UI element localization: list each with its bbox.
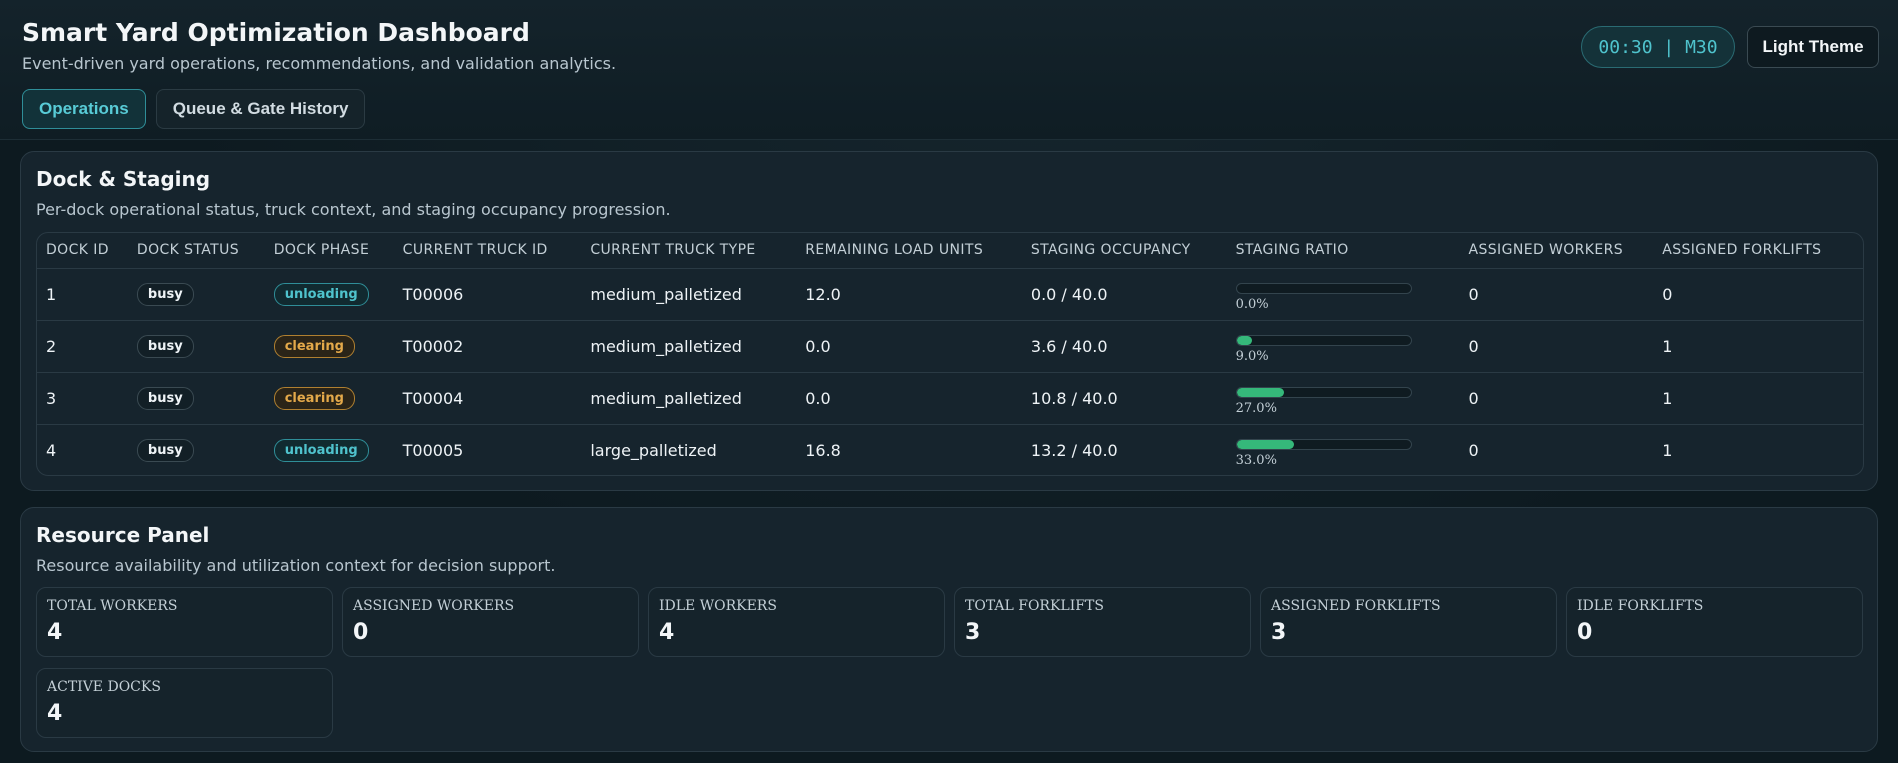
- resource-card-label: ASSIGNED WORKERS: [353, 598, 515, 614]
- column-header: STAGING RATIO: [1226, 233, 1460, 269]
- dock-phase-badge: unloading: [273, 438, 369, 462]
- dashboard-header: Smart Yard Optimization Dashboard Event-…: [0, 0, 1898, 140]
- resource-panel-subtitle: Resource availability and utilization co…: [36, 556, 556, 575]
- assigned-forklifts-cell: 1: [1662, 440, 1673, 460]
- resource-card-value: 4: [659, 620, 675, 645]
- resource-card-label: IDLE FORKLIFTS: [1577, 598, 1704, 614]
- dock-panel-title: Dock & Staging: [36, 167, 211, 191]
- staging-ratio-bar: [1235, 386, 1412, 398]
- resource-card-value: 0: [1577, 620, 1593, 645]
- table-header-row: DOCK ID DOCK STATUS DOCK PHASE CURRENT T…: [37, 233, 1863, 269]
- dock-phase-badge: unloading: [273, 282, 369, 306]
- resource-card-value: 3: [965, 620, 981, 645]
- truck-type-cell: medium_palletized: [581, 268, 797, 321]
- remaining-load-cell: 16.8: [805, 440, 841, 460]
- resource-card-active-docks: ACTIVE DOCKS 4: [36, 668, 333, 738]
- resource-panel-title: Resource Panel: [36, 523, 210, 547]
- staging-ratio-label: 0.0%: [1235, 296, 1269, 312]
- dock-staging-panel: Dock & Staging Per-dock operational stat…: [20, 151, 1878, 491]
- resource-card-value: 4: [47, 701, 63, 726]
- staging-occupancy-cell: 10.8 / 40.0: [1021, 372, 1227, 425]
- dock-id-cell: 3: [37, 372, 128, 425]
- column-header: ASSIGNED FORKLIFTS: [1653, 233, 1863, 269]
- truck-type-cell: medium_palletized: [581, 320, 797, 373]
- assigned-workers-cell: 0: [1459, 320, 1654, 373]
- resource-card-total-workers: TOTAL WORKERS 4: [36, 587, 333, 657]
- table-row: 4 busy unloading T00005 large_palletized…: [37, 424, 1863, 475]
- column-header: ASSIGNED WORKERS: [1459, 233, 1654, 269]
- truck-type-cell: medium_palletized: [581, 372, 797, 425]
- staging-occupancy-cell: 0.0 / 40.0: [1021, 268, 1227, 321]
- page-subtitle: Event-driven yard operations, recommenda…: [22, 54, 617, 73]
- dock-status-badge: busy: [136, 438, 194, 462]
- tab-operations[interactable]: Operations: [22, 89, 146, 129]
- resource-card-label: IDLE WORKERS: [659, 598, 777, 614]
- column-header: CURRENT TRUCK TYPE: [581, 233, 797, 269]
- truck-id-cell: T00004: [393, 372, 582, 425]
- resource-card-idle-workers: IDLE WORKERS 4: [648, 587, 945, 657]
- resource-card-label: TOTAL FORKLIFTS: [965, 598, 1104, 614]
- truck-id-cell: T00002: [393, 320, 582, 373]
- dock-status-badge: busy: [136, 386, 194, 410]
- staging-occupancy-cell: 13.2 / 40.0: [1030, 440, 1118, 460]
- tab-queue-gate-history[interactable]: Queue & Gate History: [155, 89, 366, 129]
- column-header: DOCK PHASE: [264, 233, 394, 269]
- dock-panel-subtitle: Per-dock operational status, truck conte…: [36, 200, 671, 219]
- table-row: 2 busy clearing T00002 medium_palletized…: [37, 320, 1863, 373]
- resource-card-idle-forklifts: IDLE FORKLIFTS 0: [1566, 587, 1863, 657]
- dock-table: DOCK ID DOCK STATUS DOCK PHASE CURRENT T…: [36, 232, 1864, 476]
- remaining-load-cell: 0.0: [796, 320, 1022, 373]
- column-header: DOCK STATUS: [127, 233, 265, 269]
- remaining-load-cell: 12.0: [796, 268, 1022, 321]
- theme-toggle-button[interactable]: Light Theme: [1747, 26, 1879, 68]
- resource-card-label: ASSIGNED FORKLIFTS: [1271, 598, 1441, 614]
- staging-ratio-bar: [1235, 438, 1412, 450]
- dock-id-cell: 1: [37, 268, 128, 321]
- dock-id-cell: 4: [46, 440, 57, 460]
- assigned-forklifts-cell: 1: [1653, 320, 1863, 373]
- page-title: Smart Yard Optimization Dashboard: [22, 18, 530, 47]
- resource-card-value: 4: [47, 620, 63, 645]
- staging-ratio-label: 9.0%: [1235, 348, 1269, 364]
- truck-id-cell: T00005: [402, 440, 464, 460]
- resource-card-label: TOTAL WORKERS: [47, 598, 178, 614]
- remaining-load-cell: 0.0: [796, 372, 1022, 425]
- table-row: 3 busy clearing T00004 medium_palletized…: [37, 372, 1863, 425]
- simulation-clock: 00:30 | M30: [1581, 26, 1735, 68]
- column-header: CURRENT TRUCK ID: [393, 233, 582, 269]
- staging-ratio-bar: [1235, 334, 1412, 346]
- resource-card-value: 3: [1271, 620, 1287, 645]
- assigned-forklifts-cell: 0: [1653, 268, 1863, 321]
- resource-card-total-forklifts: TOTAL FORKLIFTS 3: [954, 587, 1251, 657]
- column-header: STAGING OCCUPANCY: [1021, 233, 1227, 269]
- truck-id-cell: T00006: [393, 268, 582, 321]
- column-header: REMAINING LOAD UNITS: [796, 233, 1022, 269]
- dock-phase-badge: clearing: [273, 386, 355, 410]
- dock-id-cell: 2: [37, 320, 128, 373]
- staging-ratio-bar: [1235, 282, 1412, 294]
- dock-status-badge: busy: [136, 334, 194, 358]
- staging-ratio-fill: [1236, 387, 1284, 397]
- resource-card-label: ACTIVE DOCKS: [47, 679, 161, 695]
- staging-ratio-fill: [1236, 439, 1295, 449]
- staging-occupancy-cell: 3.6 / 40.0: [1021, 320, 1227, 373]
- staging-ratio-fill: [1236, 335, 1253, 345]
- staging-ratio-label: 27.0%: [1235, 400, 1277, 416]
- dock-phase-badge: clearing: [273, 334, 355, 358]
- assigned-forklifts-cell: 1: [1653, 372, 1863, 425]
- resource-card-assigned-forklifts: ASSIGNED FORKLIFTS 3: [1260, 587, 1557, 657]
- assigned-workers-cell: 0: [1459, 268, 1654, 321]
- resource-card-assigned-workers: ASSIGNED WORKERS 0: [342, 587, 639, 657]
- dock-status-badge: busy: [136, 282, 194, 306]
- resource-card-value: 0: [353, 620, 369, 645]
- assigned-workers-cell: 0: [1468, 440, 1479, 460]
- column-header: DOCK ID: [37, 233, 128, 269]
- resource-panel: Resource Panel Resource availability and…: [20, 507, 1878, 752]
- assigned-workers-cell: 0: [1459, 372, 1654, 425]
- truck-type-cell: large_palletized: [590, 440, 717, 460]
- table-row: 1 busy unloading T00006 medium_palletize…: [37, 268, 1863, 321]
- staging-ratio-label: 33.0%: [1235, 452, 1277, 468]
- view-tabs: Operations Queue & Gate History: [22, 89, 366, 129]
